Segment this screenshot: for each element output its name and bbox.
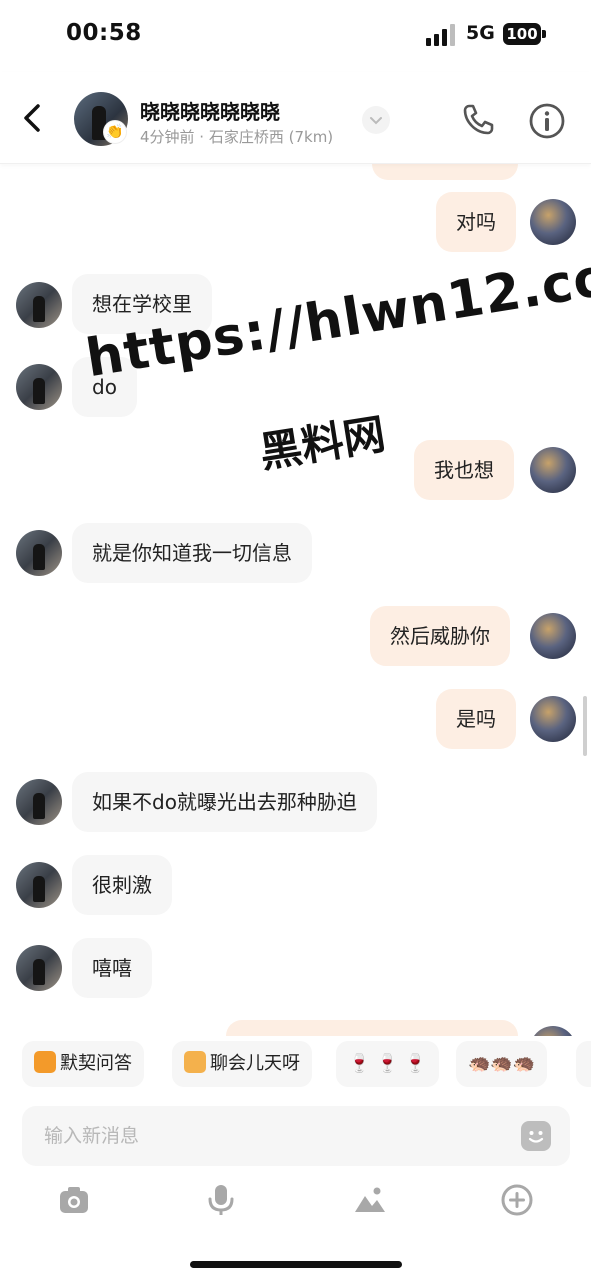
scrollbar[interactable] — [583, 696, 587, 756]
quick-reply-label: 默契问答 — [60, 1053, 132, 1074]
clap-badge-icon: 👏 — [103, 120, 127, 144]
quick-reply-chip[interactable]: 默契问答 — [22, 1041, 144, 1087]
quick-reply-chip[interactable]: 聊会儿天呀 — [172, 1041, 312, 1087]
message-bubble-partial — [372, 164, 518, 180]
signal-icon — [426, 24, 455, 46]
message-bubble[interactable]: 是吗 — [436, 689, 516, 749]
contact-avatar-small[interactable] — [16, 862, 62, 908]
contact-avatar-small[interactable] — [16, 282, 62, 328]
battery-nub — [542, 30, 546, 38]
message-bubble[interactable]: 想在学校里 — [72, 274, 212, 334]
quick-reply-label: 🦔🦔🦔 — [468, 1053, 536, 1074]
quick-reply-chip[interactable]: 🍷 🍷 🍷 — [336, 1041, 439, 1087]
my-avatar[interactable] — [530, 1026, 576, 1036]
message-bubble[interactable]: 就是你知道我一切信息 — [72, 523, 312, 583]
status-bar: 00:58 5G 100 — [0, 0, 591, 72]
quick-reply-chip-partial[interactable] — [576, 1041, 591, 1087]
phone-icon[interactable] — [460, 102, 496, 138]
message-list[interactable]: 对吗 想在学校里 do 我也想 就是你知道我一切信息 然后威胁你 是吗 如果不d… — [0, 164, 591, 1036]
battery-indicator: 100 — [503, 23, 541, 45]
quick-replies: 默契问答 聊会儿天呀 🍷 🍷 🍷 🦔🦔🦔 — [0, 1038, 591, 1088]
my-avatar[interactable] — [530, 447, 576, 493]
message-bubble[interactable]: 对吗 — [436, 192, 516, 252]
network-label: 5G — [466, 22, 495, 44]
back-icon[interactable] — [16, 102, 48, 134]
message-bubble[interactable]: 我也想 — [414, 440, 514, 500]
contact-avatar-small[interactable] — [16, 364, 62, 410]
my-avatar[interactable] — [530, 696, 576, 742]
message-bubble[interactable]: 如果不do就曝光出去那种胁迫 — [72, 772, 377, 832]
chat-header: 👏 晓晓晓晓晓晓晓 4分钟前 · 石家庄桥西 (7km) — [0, 72, 591, 164]
status-time: 00:58 — [66, 20, 142, 46]
message-bubble[interactable]: 嘻嘻 — [72, 938, 152, 998]
contact-name[interactable]: 晓晓晓晓晓晓晓 — [140, 96, 280, 125]
contact-avatar-small[interactable] — [16, 779, 62, 825]
quick-reply-label: 聊会儿天呀 — [210, 1053, 300, 1074]
my-avatar[interactable] — [530, 199, 576, 245]
contact-status: 4分钟前 · 石家庄桥西 (7km) — [140, 128, 334, 146]
camera-icon[interactable] — [56, 1182, 92, 1218]
my-avatar[interactable] — [530, 613, 576, 659]
chat-sticker-icon — [184, 1051, 206, 1073]
plus-circle-icon[interactable] — [499, 1182, 535, 1218]
message-bubble[interactable]: 然后威胁你 — [370, 606, 510, 666]
message-input-box — [22, 1106, 570, 1166]
message-bubble[interactable]: 很刺激 — [72, 855, 172, 915]
contact-avatar-small[interactable] — [16, 530, 62, 576]
contact-avatar-small[interactable] — [16, 945, 62, 991]
message-bubble[interactable]: do — [72, 357, 137, 417]
chevron-down-icon[interactable] — [362, 106, 390, 134]
image-icon[interactable] — [352, 1182, 388, 1218]
microphone-icon[interactable] — [203, 1182, 239, 1218]
info-icon[interactable] — [528, 102, 566, 140]
pencil-note-icon — [34, 1051, 56, 1073]
emoji-icon[interactable] — [521, 1121, 551, 1151]
quick-reply-chip[interactable]: 🦔🦔🦔 — [456, 1041, 548, 1087]
home-indicator[interactable] — [190, 1261, 402, 1268]
quick-reply-label: 🍷 🍷 🍷 — [348, 1053, 427, 1074]
message-input[interactable] — [22, 1106, 512, 1166]
message-bubble-partial — [226, 1020, 518, 1036]
